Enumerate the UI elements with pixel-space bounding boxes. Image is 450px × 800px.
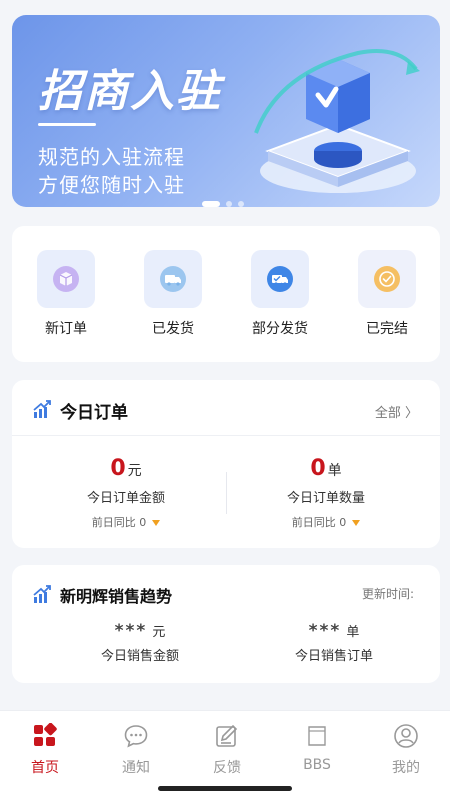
tab-feedback[interactable]: 反馈 xyxy=(197,723,257,777)
status-label: 新订单 xyxy=(45,321,87,337)
order-amount-compare: 前日同比 0 xyxy=(26,514,226,530)
order-amount-label: 今日订单金额 xyxy=(86,491,165,506)
update-time-label: 更新时间: xyxy=(361,587,414,601)
sales-orders-label: 今日销售订单 xyxy=(294,649,373,664)
promo-banner[interactable]: 招商入驻 规范的入驻流程 方便您随时入驻 xyxy=(12,15,440,207)
down-triangle-icon xyxy=(152,520,161,526)
down-triangle-icon xyxy=(352,520,361,526)
order-count-label: 今日订单数量 xyxy=(286,491,365,506)
tab-label: 通知 xyxy=(122,760,150,776)
order-count-unit: 单 xyxy=(327,463,342,479)
status-label: 已发货 xyxy=(152,321,194,337)
tab-notifications[interactable]: 通知 xyxy=(106,723,166,777)
today-order-count: 0单 今日订单数量 前日同比 0 xyxy=(226,456,426,530)
tab-label: 首页 xyxy=(31,760,59,776)
status-completed[interactable]: 已完结 xyxy=(347,250,427,338)
tab-label: BBS xyxy=(303,757,331,773)
today-orders-card: 今日订单 全部 〉 0元 今日订单金额 前日同比 0 0单 今日订单数量 前日同… xyxy=(12,380,440,548)
banner-title: 招商入驻 xyxy=(38,66,222,117)
compare-text: 前日同比 0 xyxy=(91,516,147,529)
banner-underline xyxy=(38,123,96,126)
chat-bubble-icon xyxy=(124,725,148,748)
tab-home[interactable]: 首页 xyxy=(15,722,75,777)
home-indicator xyxy=(158,786,292,791)
home-grid-icon xyxy=(34,722,57,746)
order-count-value: 0 xyxy=(310,456,326,481)
banner-subtitle-2: 方便您随时入驻 xyxy=(38,173,185,197)
sales-trend-title: 新明辉销售趋势 xyxy=(60,587,173,606)
new-order-box-icon xyxy=(37,250,95,308)
today-order-amount: 0元 今日订单金额 前日同比 0 xyxy=(26,456,226,530)
status-label: 已完结 xyxy=(366,321,408,337)
box-platform-illustration xyxy=(254,49,420,193)
carousel-indicator[interactable] xyxy=(202,201,244,207)
bbs-icon xyxy=(308,726,326,746)
bar-chart-trend-icon xyxy=(33,585,51,603)
order-status-card: 新订单 已发货 部分发货 已完结 xyxy=(12,226,440,362)
status-new-order[interactable]: 新订单 xyxy=(26,250,106,338)
status-label: 部分发货 xyxy=(252,321,308,337)
sales-orders-unit: 单 xyxy=(346,625,360,640)
carousel-dot[interactable] xyxy=(226,201,232,207)
today-sales-orders: *** 单 今日销售订单 xyxy=(254,621,414,664)
sales-trend-card: 新明辉销售趋势 更新时间: *** 元 今日销售金额 *** 单 今日销售订单 xyxy=(12,565,440,683)
user-profile-icon xyxy=(394,724,418,748)
status-partial-shipment[interactable]: 部分发货 xyxy=(240,250,320,338)
carousel-dot[interactable] xyxy=(238,201,244,207)
view-all-link[interactable]: 全部 〉 xyxy=(375,402,418,421)
sales-amount-unit: 元 xyxy=(152,625,166,640)
edit-note-icon xyxy=(216,724,238,747)
tab-bbs[interactable]: BBS xyxy=(287,723,347,773)
order-amount-unit: 元 xyxy=(127,463,142,479)
compare-text: 前日同比 0 xyxy=(291,516,347,529)
order-count-compare: 前日同比 0 xyxy=(226,514,426,530)
today-orders-header: 今日订单 全部 〉 xyxy=(12,380,440,436)
banner-subtitle-1: 规范的入驻流程 xyxy=(38,145,185,169)
sales-amount-label: 今日销售金额 xyxy=(100,649,179,664)
carousel-dot-active[interactable] xyxy=(202,201,220,207)
bar-chart-trend-icon xyxy=(33,400,51,418)
order-amount-value: 0 xyxy=(110,456,126,481)
status-shipped[interactable]: 已发货 xyxy=(133,250,213,338)
partial-shipment-truck-icon xyxy=(251,250,309,308)
sales-amount-value: *** xyxy=(114,621,148,641)
today-sales-amount: *** 元 今日销售金额 xyxy=(60,621,220,664)
tab-profile[interactable]: 我的 xyxy=(376,723,436,777)
completed-check-icon xyxy=(358,250,416,308)
sales-orders-value: *** xyxy=(308,621,342,641)
tab-label: 我的 xyxy=(392,760,420,776)
tab-label: 反馈 xyxy=(213,760,241,776)
today-orders-title: 今日订单 xyxy=(60,403,128,423)
shipped-truck-icon xyxy=(144,250,202,308)
